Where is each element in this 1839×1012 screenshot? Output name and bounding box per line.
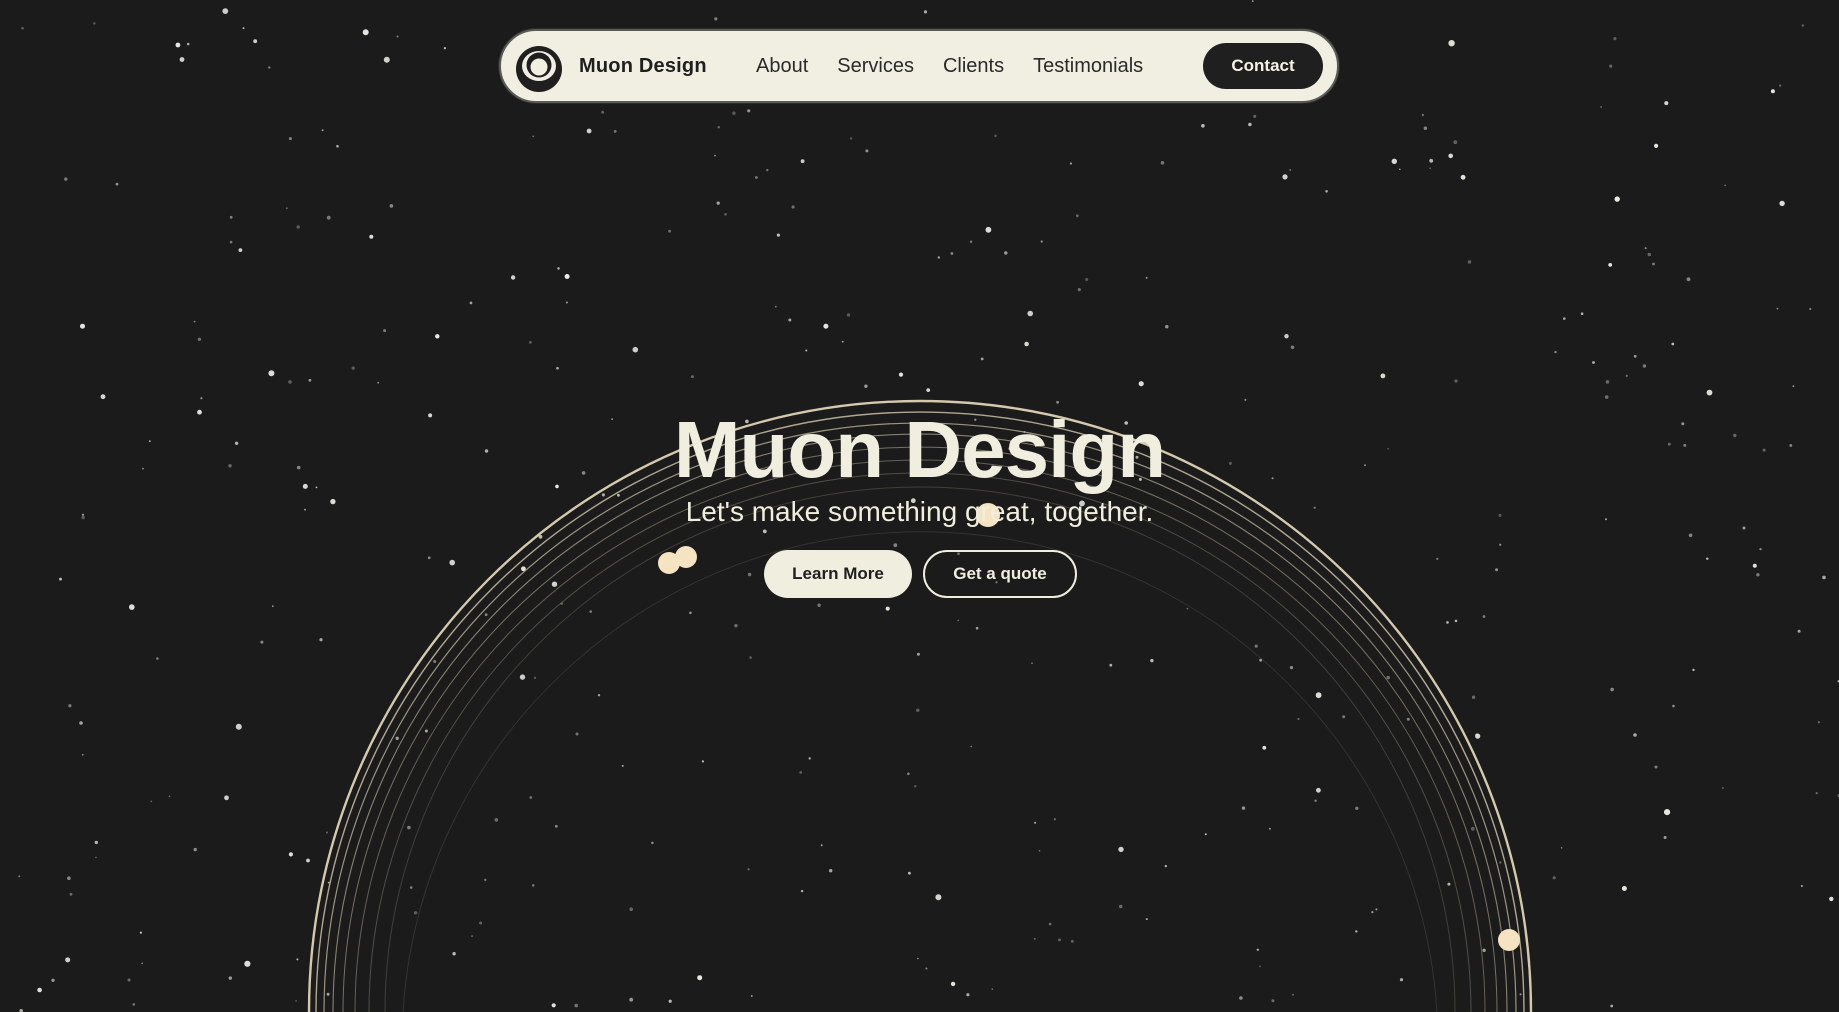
hero-title: Muon Design (673, 405, 1166, 494)
orbit-dot (1498, 929, 1520, 951)
landing-page: Muon Design About Services Clients Testi… (0, 0, 1839, 1012)
orbit-ring (402, 531, 1438, 1012)
get-quote-button[interactable]: Get a quote (923, 550, 1077, 598)
nav-link-about[interactable]: About (756, 55, 808, 78)
orbit-dot (675, 546, 697, 568)
brand-name[interactable]: Muon Design (579, 31, 707, 101)
top-navbar: Muon Design About Services Clients Testi… (499, 29, 1339, 103)
muon-logo-icon[interactable] (515, 45, 563, 93)
hero-buttons: Learn More Get a quote (764, 550, 1077, 598)
hero-subtitle: Let's make something great, together. (685, 496, 1154, 527)
nav-links: About Services Clients Testimonials (756, 31, 1172, 101)
orbit-ring (354, 459, 1486, 1012)
contact-button[interactable]: Contact (1203, 43, 1323, 89)
nav-link-services[interactable]: Services (837, 55, 914, 78)
nav-link-clients[interactable]: Clients (943, 55, 1004, 78)
nav-link-testimonials[interactable]: Testimonials (1033, 55, 1143, 78)
learn-more-button[interactable]: Learn More (764, 550, 912, 598)
